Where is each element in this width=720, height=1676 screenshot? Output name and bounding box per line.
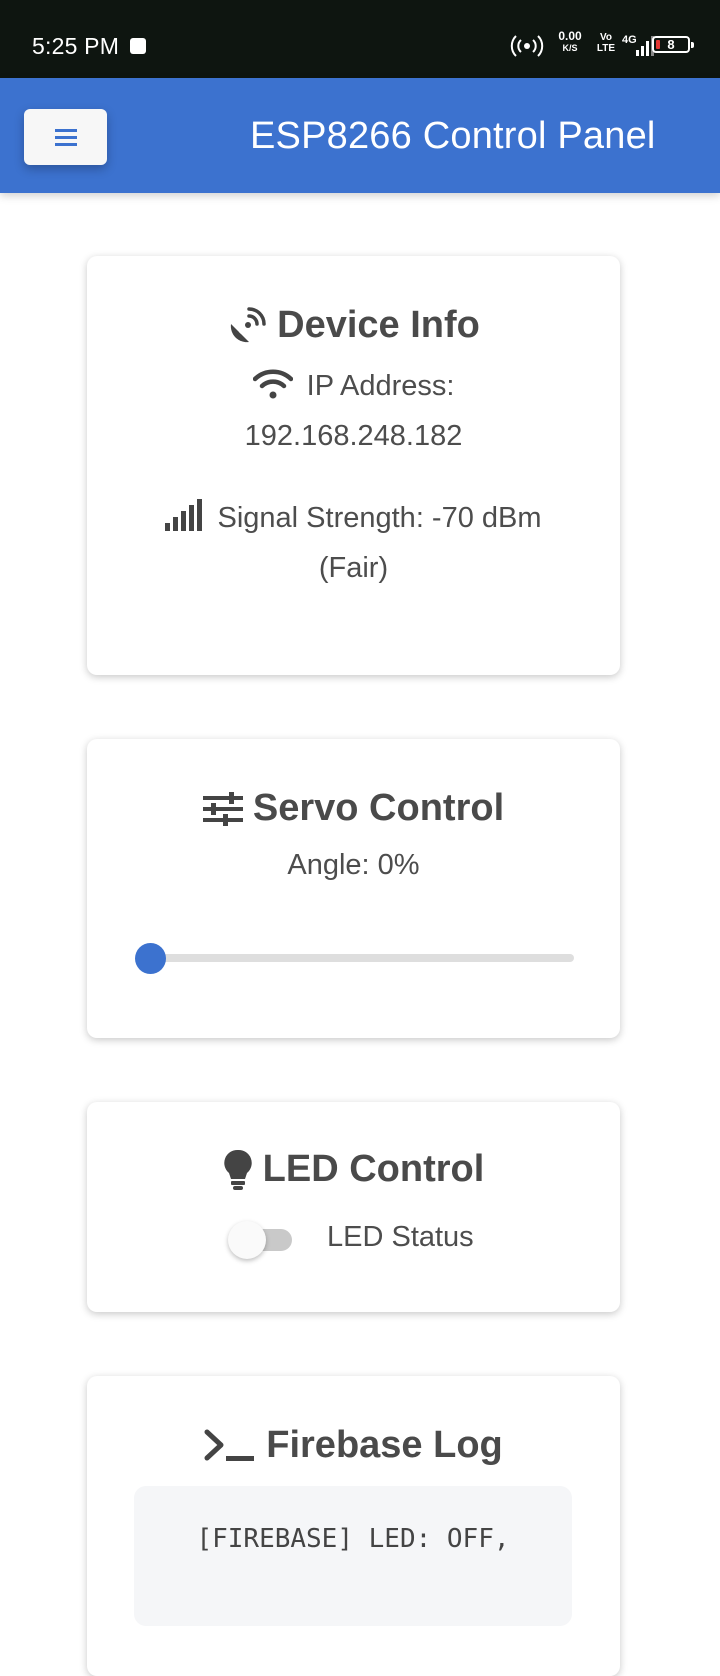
led-control-heading: LED Control xyxy=(87,1148,620,1191)
device-info-heading: Device Info xyxy=(87,304,620,347)
servo-angle-slider[interactable] xyxy=(134,943,574,974)
status-bar: 5:25 PM 0.00 K/S Vo LTE 4G 8 xyxy=(0,0,720,78)
led-status-label: LED Status xyxy=(327,1221,474,1253)
signal-strength-label: Signal Strength: -70 dBm xyxy=(217,502,542,534)
net-speed-unit: K/S xyxy=(562,43,578,53)
ip-address-row: IP Address: xyxy=(87,361,620,411)
volte-top: Vo xyxy=(599,32,613,43)
slider-track xyxy=(150,954,574,962)
app-header: ESP8266 Control Panel xyxy=(0,78,720,193)
battery-level: 8 xyxy=(667,37,675,52)
signal-strength-row: Signal Strength: -70 dBm xyxy=(87,493,620,543)
volte-bottom: LTE xyxy=(596,43,616,54)
firebase-log-heading: Firebase Log xyxy=(87,1424,620,1467)
status-time: 5:25 PM xyxy=(32,33,120,59)
device-info-card: Device Info IP Address: 192.168.248.182 … xyxy=(87,256,620,675)
firebase-log-title: Firebase Log xyxy=(266,1424,503,1466)
battery-icon: 8 xyxy=(652,36,694,53)
hotspot-icon xyxy=(510,35,544,57)
device-info-title: Device Info xyxy=(277,304,480,346)
net-speed-value: 0.00 xyxy=(558,29,582,43)
signal-quality: (Fair) xyxy=(318,552,389,584)
ip-address-value: 192.168.248.182 xyxy=(244,420,463,452)
notification-square-icon xyxy=(130,38,146,54)
network-type: 4G xyxy=(622,34,637,46)
signal-icon: 4G xyxy=(622,34,654,56)
lightbulb-icon xyxy=(223,1149,252,1190)
servo-angle-label: Angle: 0% xyxy=(287,849,420,881)
log-output: [FIREBASE] LED: OFF, xyxy=(134,1486,572,1626)
net-speed: 0.00 K/S xyxy=(554,30,586,54)
log-line: [FIREBASE] LED: OFF, xyxy=(196,1524,510,1554)
led-control-title: LED Control xyxy=(262,1148,485,1190)
signal-bars-icon xyxy=(165,499,203,531)
page-title: ESP8266 Control Panel xyxy=(250,115,656,157)
wifi-icon xyxy=(252,369,293,399)
led-control-card: LED Control LED Status xyxy=(87,1102,620,1312)
toggle-knob xyxy=(228,1221,266,1259)
servo-control-card: Servo Control Angle: 0% xyxy=(87,739,620,1038)
slider-thumb[interactable] xyxy=(134,943,166,974)
ip-address-label: IP Address: xyxy=(306,370,455,402)
led-toggle[interactable] xyxy=(228,1221,292,1259)
firebase-log-card: Firebase Log [FIREBASE] LED: OFF, xyxy=(87,1376,620,1676)
sliders-icon xyxy=(202,791,243,826)
volte-indicator: Vo LTE xyxy=(594,32,618,54)
servo-control-heading: Servo Control xyxy=(87,787,620,830)
menu-button[interactable] xyxy=(24,109,107,165)
servo-control-title: Servo Control xyxy=(252,787,505,829)
hamburger-menu-icon xyxy=(54,129,77,146)
terminal-icon xyxy=(204,1429,255,1461)
satellite-dish-icon xyxy=(230,306,266,342)
